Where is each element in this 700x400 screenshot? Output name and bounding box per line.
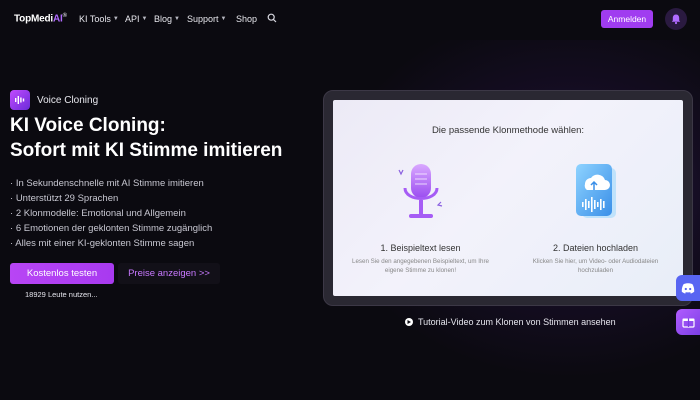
users-count: 18929 Leute nutzen... <box>25 290 98 299</box>
nav-item-support[interactable]: Support ▼ <box>187 14 226 24</box>
chevron-down-icon: ▼ <box>220 16 227 22</box>
bell-icon <box>671 14 681 25</box>
nav-item-blog[interactable]: Blog ▼ <box>154 14 180 24</box>
try-free-button[interactable]: Kostenlos testen <box>10 263 114 284</box>
login-button[interactable]: Anmelden <box>601 10 653 28</box>
promo-gift-button[interactable] <box>676 309 700 335</box>
feature-list: In Sekundenschnelle mit AI Stimme imitie… <box>10 176 212 251</box>
chevron-down-icon: ▼ <box>112 16 119 22</box>
tutorial-video-link[interactable]: Tutorial-Video zum Klonen von Stimmen an… <box>405 317 616 327</box>
cloud-upload-icon <box>575 164 616 218</box>
method-label: 1. Beispieltext lesen <box>380 243 461 253</box>
method-description: Lesen Sie den angegebenen Beispieltext, … <box>352 258 489 274</box>
demo-panel-title: Die passende Klonmethode wählen: <box>431 125 585 136</box>
feature-item: Alles mit einer KI-geklonten Stimme sage… <box>10 236 212 251</box>
product-badge: Voice Cloning <box>10 90 98 110</box>
demo-panel: Die passende Klonmethode wählen: 1. Beis… <box>333 100 683 296</box>
feature-item: In Sekundenschnelle mit AI Stimme imitie… <box>10 176 212 191</box>
gift-icon <box>681 318 695 328</box>
discord-button[interactable] <box>676 275 700 301</box>
method-read-sample-text[interactable]: 1. Beispieltext lesen Lesen Sie den ange… <box>333 160 508 275</box>
method-label: 2. Dateien hochladen <box>552 243 639 253</box>
method-upload-files[interactable]: 2. Dateien hochladen Klicken Sie hier, u… <box>508 160 683 275</box>
notification-bell-icon[interactable] <box>665 8 687 30</box>
chevron-down-icon: ▼ <box>174 16 180 22</box>
feature-item: 6 Emotionen der geklonten Stimme zugängl… <box>10 221 212 236</box>
discord-icon <box>681 282 695 294</box>
nav-item-ki-tools[interactable]: KI Tools ▼ <box>79 14 119 24</box>
feature-item: 2 Klonmodelle: Emotional und Allgemein <box>10 206 212 221</box>
nav-item-shop[interactable]: Shop <box>236 14 257 24</box>
method-description: Klicken Sie hier, um Video- oder Audioda… <box>532 258 659 274</box>
view-pricing-link[interactable]: Preise anzeigen >> <box>118 263 220 284</box>
page-title: KI Voice Cloning: Sofort mit KI Stimme i… <box>10 115 283 161</box>
play-icon <box>405 318 413 326</box>
search-icon[interactable] <box>267 13 277 23</box>
chevron-down-icon: ▼ <box>141 16 148 22</box>
top-navigation: TopMediAI® KI Tools ▼ API ▼ Blog ▼ Support ▼… <box>0 0 700 38</box>
microphone-icon <box>397 164 442 218</box>
feature-item: Unterstützt 29 Sprachen <box>10 191 212 206</box>
soundwave-icon <box>10 90 30 110</box>
badge-label: Voice Cloning <box>37 94 99 106</box>
nav-item-api[interactable]: API ▼ <box>125 14 147 24</box>
brand-logo[interactable]: TopMediAI® <box>14 13 67 24</box>
